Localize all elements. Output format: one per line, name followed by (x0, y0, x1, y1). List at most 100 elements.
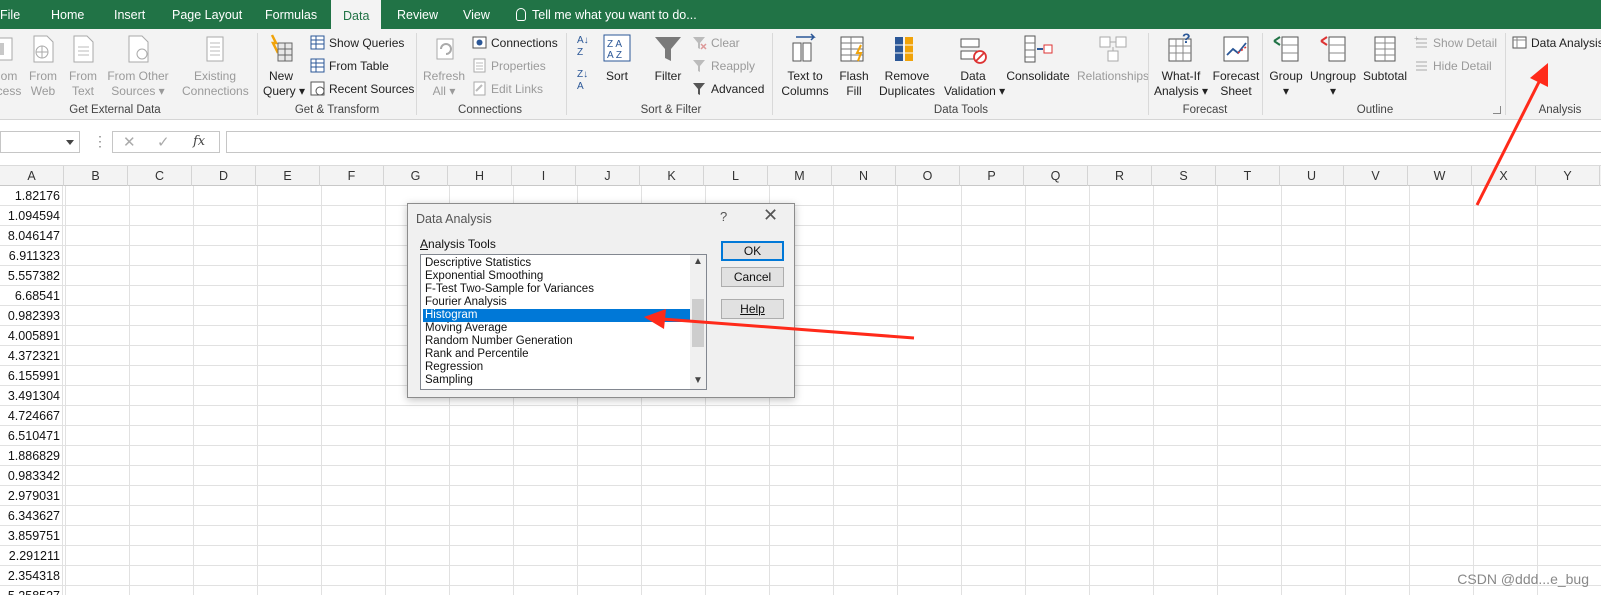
cell-a9[interactable]: 4.372321 (0, 346, 63, 366)
column-header-j[interactable]: J (576, 166, 640, 186)
analysis-tool-item[interactable]: Fourier Analysis (423, 296, 690, 309)
help-icon[interactable]: ? (720, 209, 727, 224)
from-text-button[interactable]: From Text (68, 33, 98, 99)
tab-view[interactable]: View (463, 0, 490, 29)
new-query-button[interactable]: New Query ▾ (263, 33, 305, 99)
chevron-down-icon[interactable] (66, 140, 74, 145)
analysis-tool-item[interactable]: Moving Average (423, 322, 690, 335)
column-header-y[interactable]: Y (1536, 166, 1600, 186)
data-validation-button[interactable]: Data Validation ▾ (944, 33, 1005, 99)
subtotal-button[interactable]: Subtotal (1362, 33, 1408, 84)
column-header-q[interactable]: Q (1024, 166, 1088, 186)
cell-a3[interactable]: 8.046147 (0, 226, 63, 246)
tab-file[interactable]: File (0, 0, 20, 29)
scroll-up-icon[interactable]: ▲ (693, 257, 703, 267)
show-detail-button[interactable]: + Show Detail (1414, 33, 1497, 53)
tab-insert[interactable]: Insert (114, 0, 145, 29)
cancel-entry-icon[interactable]: ✕ (123, 133, 136, 151)
reapply-button[interactable]: Reapply (692, 56, 755, 76)
cell-a13[interactable]: 6.510471 (0, 426, 63, 446)
text-to-columns-button[interactable]: Text to Columns (779, 33, 831, 99)
column-header-o[interactable]: O (896, 166, 960, 186)
filter-button[interactable]: Filter (651, 33, 685, 84)
ungroup-button[interactable]: Ungroup ▾ (1308, 33, 1358, 99)
listbox-scrollbar[interactable]: ▲ ▼ (690, 255, 706, 389)
column-header-k[interactable]: K (640, 166, 704, 186)
column-header-u[interactable]: U (1280, 166, 1344, 186)
formula-bar-splitter-icon[interactable]: ⋮ (93, 133, 107, 150)
worksheet-grid[interactable]: 1.82176 1.094594 8.046147 6.911323 5.557382 6… (0, 186, 1601, 595)
scrollbar-thumb[interactable] (692, 299, 704, 347)
column-header-r[interactable]: R (1088, 166, 1152, 186)
column-header-b[interactable]: B (64, 166, 128, 186)
tab-review[interactable]: Review (397, 0, 438, 29)
close-icon[interactable]: ✕ (763, 205, 778, 226)
forecast-sheet-button[interactable]: Forecast Sheet (1211, 33, 1261, 99)
column-header-d[interactable]: D (192, 166, 256, 186)
cell-a21[interactable]: 5.258527 (0, 586, 63, 595)
flash-fill-button[interactable]: Flash Fill (838, 33, 870, 99)
help-button[interactable]: Help (721, 299, 784, 319)
relationships-button[interactable]: Relationships (1077, 33, 1149, 84)
column-header-h[interactable]: H (448, 166, 512, 186)
advanced-filter-button[interactable]: Advanced (692, 79, 764, 99)
name-box[interactable] (0, 131, 80, 153)
cell-a7[interactable]: 0.982393 (0, 306, 63, 326)
column-header-f[interactable]: F (320, 166, 384, 186)
scroll-down-icon[interactable]: ▼ (693, 376, 703, 386)
tab-home[interactable]: Home (51, 0, 84, 29)
cell-a6[interactable]: 6.68541 (0, 286, 63, 306)
from-other-sources-button[interactable]: From Other Sources ▾ (107, 33, 169, 99)
tab-data[interactable]: Data (331, 0, 382, 29)
cell-a8[interactable]: 4.005891 (0, 326, 63, 346)
recent-sources-button[interactable]: Recent Sources (310, 79, 414, 99)
cell-a4[interactable]: 6.911323 (0, 246, 63, 266)
cancel-button[interactable]: Cancel (721, 267, 784, 287)
analysis-tool-item[interactable]: Regression (423, 361, 690, 374)
column-header-l[interactable]: L (704, 166, 768, 186)
cell-a15[interactable]: 0.983342 (0, 466, 63, 486)
from-table-button[interactable]: From Table (310, 56, 389, 76)
analysis-tool-item[interactable]: Random Number Generation (423, 335, 690, 348)
column-header-m[interactable]: M (768, 166, 832, 186)
analysis-tool-item[interactable]: Sampling (423, 374, 690, 387)
insert-function-button[interactable]: fx (193, 134, 205, 149)
remove-duplicates-button[interactable]: Remove Duplicates (878, 33, 936, 99)
from-web-button[interactable]: From Web (28, 33, 58, 99)
refresh-all-button[interactable]: Refresh All ▾ (422, 33, 466, 99)
cell-a14[interactable]: 1.886829 (0, 446, 63, 466)
analysis-tool-item[interactable]: Histogram (423, 309, 690, 322)
cell-a11[interactable]: 3.491304 (0, 386, 63, 406)
analysis-tool-item[interactable]: Exponential Smoothing (423, 270, 690, 283)
ok-button[interactable]: OK (721, 241, 784, 261)
confirm-entry-icon[interactable]: ✓ (157, 133, 170, 151)
column-header-c[interactable]: C (128, 166, 192, 186)
column-header-n[interactable]: N (832, 166, 896, 186)
column-header-e[interactable]: E (256, 166, 320, 186)
column-header-s[interactable]: S (1152, 166, 1216, 186)
analysis-tool-item[interactable]: Descriptive Statistics (423, 257, 690, 270)
show-queries-button[interactable]: Show Queries (310, 33, 404, 53)
cell-a19[interactable]: 2.291211 (0, 546, 63, 566)
what-if-analysis-button[interactable]: ? What-If Analysis ▾ (1153, 33, 1209, 99)
sort-z-to-a-button[interactable]: Z↓ A (577, 69, 595, 99)
sort-a-to-z-button[interactable]: A↓ Z (577, 35, 595, 65)
column-header-p[interactable]: P (960, 166, 1024, 186)
column-header-a[interactable]: A (0, 166, 64, 186)
cell-a10[interactable]: 6.155991 (0, 366, 63, 386)
column-header-g[interactable]: G (384, 166, 448, 186)
hide-detail-button[interactable]: Hide Detail (1414, 56, 1492, 76)
column-header-t[interactable]: T (1216, 166, 1280, 186)
column-header-v[interactable]: V (1344, 166, 1408, 186)
analysis-tools-listbox[interactable]: Descriptive Statistics Exponential Smooth… (420, 254, 707, 390)
tab-formulas[interactable]: Formulas (265, 0, 317, 29)
properties-button[interactable]: Properties (472, 56, 546, 76)
group-button[interactable]: Group ▾ (1266, 33, 1306, 99)
cell-a18[interactable]: 3.859751 (0, 526, 63, 546)
edit-links-button[interactable]: Edit Links (472, 79, 543, 99)
cell-a20[interactable]: 2.354318 (0, 566, 63, 586)
analysis-tool-item[interactable]: Rank and Percentile (423, 348, 690, 361)
cell-a16[interactable]: 2.979031 (0, 486, 63, 506)
cell-a17[interactable]: 6.343627 (0, 506, 63, 526)
tell-me-search[interactable]: Tell me what you want to do... (516, 0, 697, 29)
